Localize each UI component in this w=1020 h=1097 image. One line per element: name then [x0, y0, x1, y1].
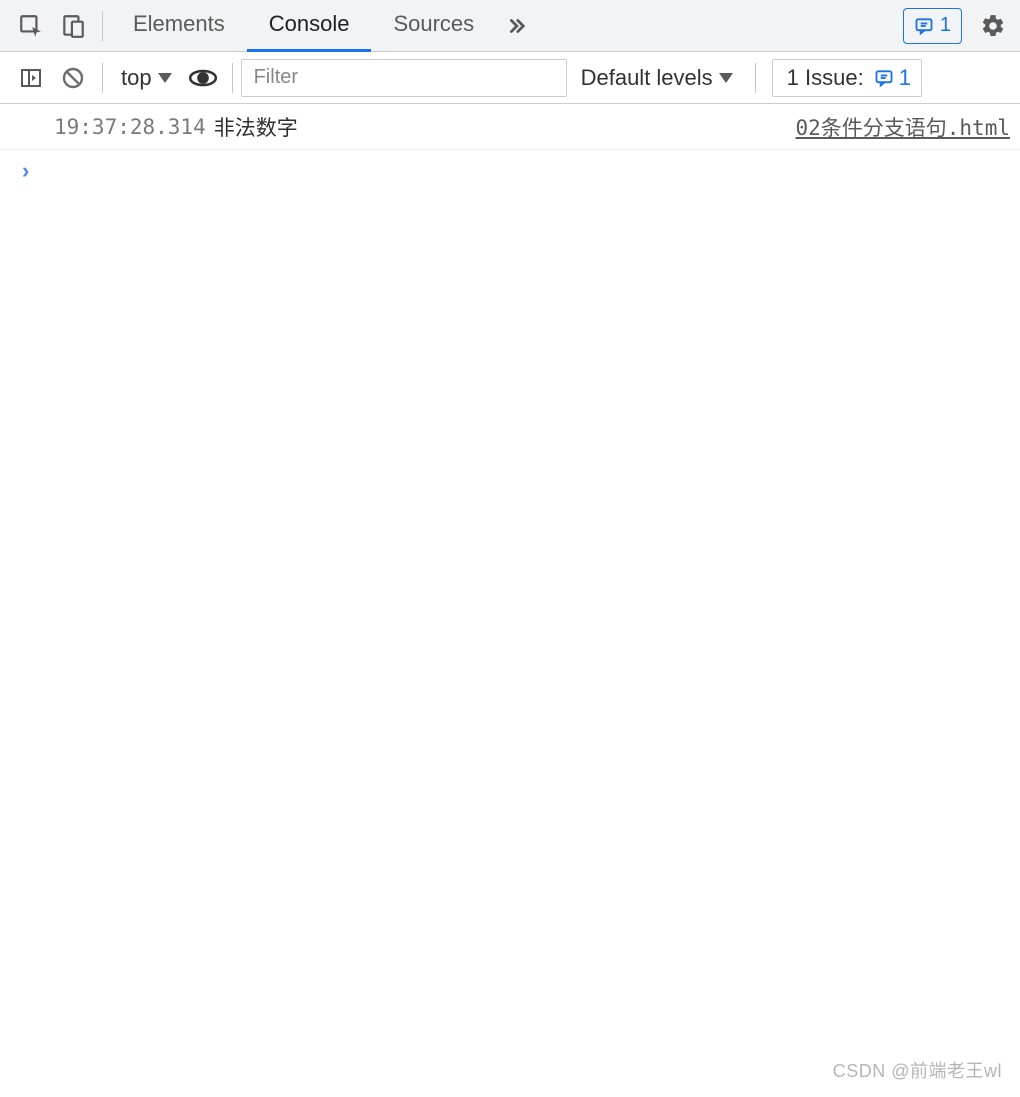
log-levels-select[interactable]: Default levels — [567, 65, 747, 91]
log-timestamp: 19:37:28.314 — [54, 115, 206, 139]
issues-icon — [874, 68, 894, 88]
inspect-icon[interactable] — [10, 5, 52, 47]
divider — [755, 63, 756, 93]
prompt-caret-icon: › — [22, 158, 29, 184]
context-select[interactable]: top — [111, 65, 182, 91]
chevron-down-icon — [158, 73, 172, 83]
settings-icon[interactable] — [972, 5, 1014, 47]
console-prompt[interactable]: › — [0, 150, 1020, 192]
log-message: 非法数字 — [214, 112, 298, 142]
divider — [232, 63, 233, 93]
device-toggle-icon[interactable] — [52, 5, 94, 47]
console-body: 19:37:28.314 非法数字 02条件分支语句.html › — [0, 104, 1020, 192]
console-toolbar: top Default levels 1 Issue: 1 — [0, 52, 1020, 104]
clear-console-icon[interactable] — [52, 57, 94, 99]
divider — [102, 63, 103, 93]
issues-button[interactable]: 1 Issue: 1 — [772, 59, 922, 97]
chevron-down-icon — [719, 73, 733, 83]
messages-count: 1 — [940, 14, 951, 37]
issues-label: 1 Issue: — [787, 65, 864, 91]
log-source-link[interactable]: 02条件分支语句.html — [795, 112, 1010, 142]
tab-elements[interactable]: Elements — [111, 0, 247, 52]
filter-input[interactable] — [241, 59, 567, 97]
log-row[interactable]: 19:37:28.314 非法数字 02条件分支语句.html — [0, 104, 1020, 150]
levels-label: Default levels — [581, 65, 713, 91]
devtools-tabs-bar: Elements Console Sources 1 — [0, 0, 1020, 52]
context-label: top — [121, 65, 152, 91]
issues-count: 1 — [899, 65, 911, 91]
tab-sources[interactable]: Sources — [371, 0, 496, 52]
more-tabs-icon[interactable] — [496, 5, 536, 47]
watermark: CSDN @前端老王wl — [833, 1057, 1002, 1083]
divider — [102, 11, 103, 41]
toggle-sidebar-icon[interactable] — [10, 57, 52, 99]
messages-badge[interactable]: 1 — [903, 8, 962, 44]
live-expression-icon[interactable] — [182, 57, 224, 99]
tab-console[interactable]: Console — [247, 0, 372, 52]
